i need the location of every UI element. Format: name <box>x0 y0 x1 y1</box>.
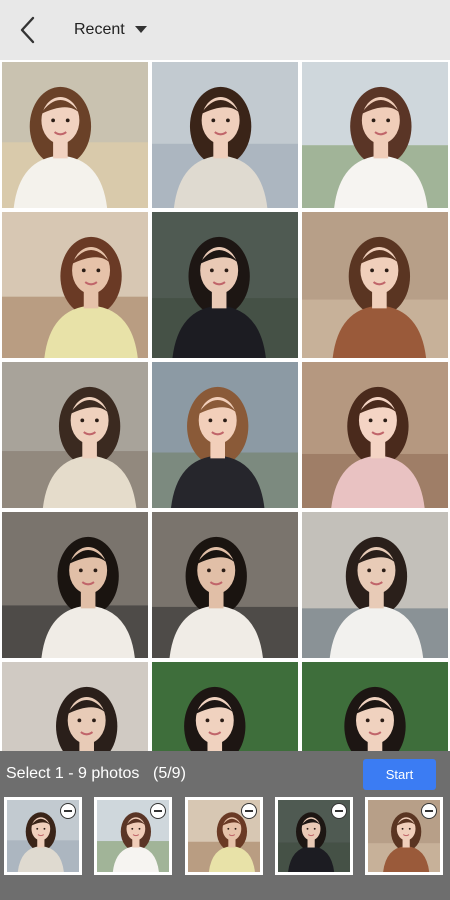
photo-cell <box>300 210 450 360</box>
photo-cell <box>150 210 300 360</box>
album-dropdown[interactable]: Recent <box>74 21 147 39</box>
selected-photo[interactable] <box>94 797 172 875</box>
selection-header: Select 1 - 9 photos (5/9) Start <box>0 751 450 795</box>
selected-photo[interactable] <box>365 797 443 875</box>
back-button[interactable] <box>0 0 56 60</box>
remove-icon[interactable] <box>60 803 76 819</box>
photo-thumbnail[interactable] <box>152 362 298 508</box>
selected-photo[interactable] <box>4 797 82 875</box>
selection-panel: Select 1 - 9 photos (5/9) Start <box>0 751 450 900</box>
photo-thumbnail[interactable] <box>302 512 448 658</box>
photo-cell <box>0 210 150 360</box>
photo-cell <box>300 510 450 660</box>
photo-cell <box>150 510 300 660</box>
photo-cell <box>300 360 450 510</box>
photo-cell <box>150 360 300 510</box>
selected-photo[interactable] <box>275 797 353 875</box>
photo-thumbnail[interactable] <box>2 62 148 208</box>
photo-thumbnail[interactable] <box>152 512 298 658</box>
remove-icon[interactable] <box>150 803 166 819</box>
start-button[interactable]: Start <box>363 759 436 790</box>
remove-icon[interactable] <box>421 803 437 819</box>
photo-grid <box>0 60 450 810</box>
remove-icon[interactable] <box>241 803 257 819</box>
photo-thumbnail[interactable] <box>302 212 448 358</box>
photo-cell <box>0 360 150 510</box>
photo-cell <box>300 60 450 210</box>
photo-thumbnail[interactable] <box>302 362 448 508</box>
selected-photo[interactable] <box>185 797 263 875</box>
caret-down-icon <box>134 26 147 33</box>
select-instruction: Select 1 - 9 photos <box>6 765 140 782</box>
selection-count: (5/9) <box>153 765 186 782</box>
remove-icon[interactable] <box>331 803 347 819</box>
photo-thumbnail[interactable] <box>2 362 148 508</box>
top-bar: Recent <box>0 0 450 60</box>
photo-thumbnail[interactable] <box>2 212 148 358</box>
photo-thumbnail[interactable] <box>152 212 298 358</box>
photo-thumbnail[interactable] <box>2 512 148 658</box>
photo-cell <box>150 60 300 210</box>
photo-cell <box>0 510 150 660</box>
album-label: Recent <box>74 21 125 38</box>
photo-thumbnail[interactable] <box>152 62 298 208</box>
chevron-left-icon <box>20 16 35 44</box>
photo-cell <box>0 60 150 210</box>
photo-thumbnail[interactable] <box>302 62 448 208</box>
selected-photos-row <box>0 797 450 877</box>
